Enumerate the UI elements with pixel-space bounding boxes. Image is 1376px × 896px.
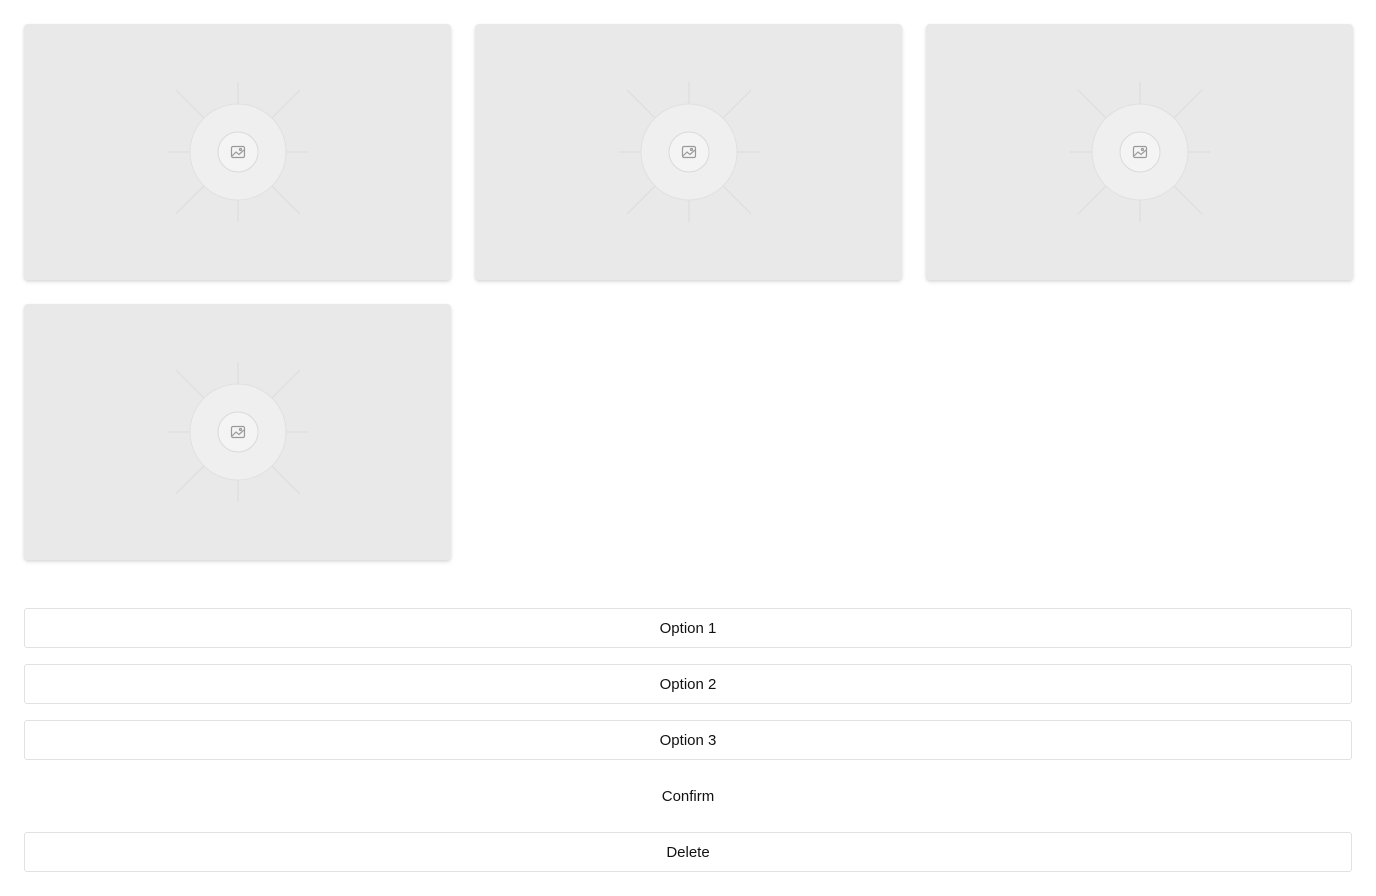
option-list: Option 1 Option 2 Option 3 Confirm Delet… (24, 608, 1352, 888)
option-1-button[interactable]: Option 1 (24, 608, 1352, 648)
confirm-button[interactable]: Confirm (24, 776, 1352, 816)
image-card[interactable] (24, 24, 451, 280)
image-card[interactable] (926, 24, 1353, 280)
image-card[interactable] (475, 24, 902, 280)
option-2-button[interactable]: Option 2 (24, 664, 1352, 704)
image-placeholder (1069, 82, 1210, 222)
image-placeholder (167, 362, 308, 502)
option-3-button[interactable]: Option 3 (24, 720, 1352, 760)
delete-button[interactable]: Delete (24, 832, 1352, 872)
image-icon (1069, 82, 1210, 222)
image-placeholder (167, 82, 308, 222)
image-icon (167, 362, 308, 502)
image-gallery (24, 24, 1353, 560)
image-card[interactable] (24, 304, 451, 560)
image-icon (618, 82, 759, 222)
image-icon (167, 82, 308, 222)
image-placeholder (618, 82, 759, 222)
